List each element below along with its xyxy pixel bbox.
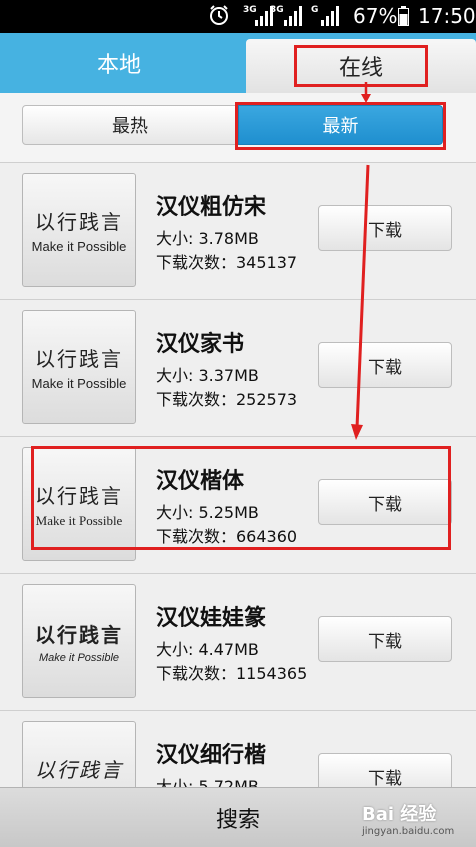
list-item[interactable]: 以行践言 Make it Possible 汉仪娃娃篆 大小: 4.47MB 下… [0, 574, 476, 711]
segment-hottest[interactable]: 最热 [22, 105, 238, 145]
list-item[interactable]: 以行践言 Make it Possible 汉仪家书 大小: 3.37MB 下载… [0, 300, 476, 437]
tab-local[interactable]: 本地 [0, 33, 238, 93]
battery-icon [398, 6, 409, 26]
watermark-logo: Bai 经验 [362, 804, 437, 825]
font-preview: 以行践言 Make it Possible [22, 584, 136, 698]
clock: 17:50 [418, 4, 476, 28]
font-preview: 以行践言 Make it Possible [22, 173, 136, 287]
preview-en: Make it Possible [31, 376, 127, 391]
network-type-1b: 3G [270, 5, 284, 15]
annotation-box-kaiti [31, 446, 451, 550]
download-count: 下载次数：1154365 [156, 664, 308, 683]
list-item[interactable]: 以行践言 Make it Possible 汉仪粗仿宋 大小: 3.78MB 下… [0, 163, 476, 300]
annotation-box-newest [235, 102, 446, 150]
tab-online[interactable]: 在线 [246, 39, 476, 93]
status-bar: 3G 3G G 67% 17:50 [0, 0, 476, 33]
search-button-label: 搜索 [215, 807, 260, 833]
font-preview: 以行践言 Make it Possible [22, 721, 136, 787]
tab-online-label: 在线 [293, 45, 428, 87]
font-size: 大小: 3.78MB [156, 229, 259, 248]
preview-cn: 以行践言 [35, 347, 123, 371]
font-name: 汉仪娃娃篆 [156, 606, 267, 631]
signal-icon-3: G [311, 4, 341, 28]
tab-local-label: 本地 [96, 53, 141, 78]
segment-hottest-label: 最热 [112, 116, 148, 137]
font-size: 大小: 3.37MB [156, 366, 259, 385]
font-name: 汉仪粗仿宋 [156, 195, 267, 220]
download-count: 下载次数：345137 [156, 253, 298, 272]
font-size: 大小: 4.47MB [156, 640, 259, 659]
download-button[interactable]: 下载 [318, 616, 452, 662]
network-type-2: G [311, 5, 319, 15]
preview-cn: 以行践言 [35, 210, 123, 234]
watermark-url: jingyan.baidu.com [362, 826, 455, 837]
preview-en: Make it Possible [38, 651, 120, 664]
preview-cn: 以行践言 [35, 758, 123, 782]
font-preview: 以行践言 Make it Possible [22, 310, 136, 424]
signal-icon: 3G [243, 4, 273, 28]
preview-cn: 以行践言 [35, 622, 123, 647]
alarm-icon [210, 5, 228, 25]
download-button[interactable]: 下载 [318, 342, 452, 388]
signal-icon-2: 3G [270, 4, 304, 28]
battery-percent: 67% [353, 4, 398, 28]
download-count: 下载次数：252573 [156, 390, 298, 409]
font-name: 汉仪家书 [156, 332, 245, 357]
top-tab-bar: 本地 在线 [0, 33, 476, 93]
list-item[interactable]: 以行践言 Make it Possible 汉仪细行楷 大小: 5.72MB 下… [0, 711, 476, 787]
preview-en: Make it Possible [31, 239, 127, 254]
font-name: 汉仪细行楷 [156, 743, 267, 768]
download-button[interactable]: 下载 [318, 753, 452, 787]
download-button[interactable]: 下载 [318, 205, 452, 251]
font-size: 大小: 5.72MB [156, 777, 259, 787]
watermark: Bai 经验 jingyan.baidu.com [362, 800, 470, 840]
